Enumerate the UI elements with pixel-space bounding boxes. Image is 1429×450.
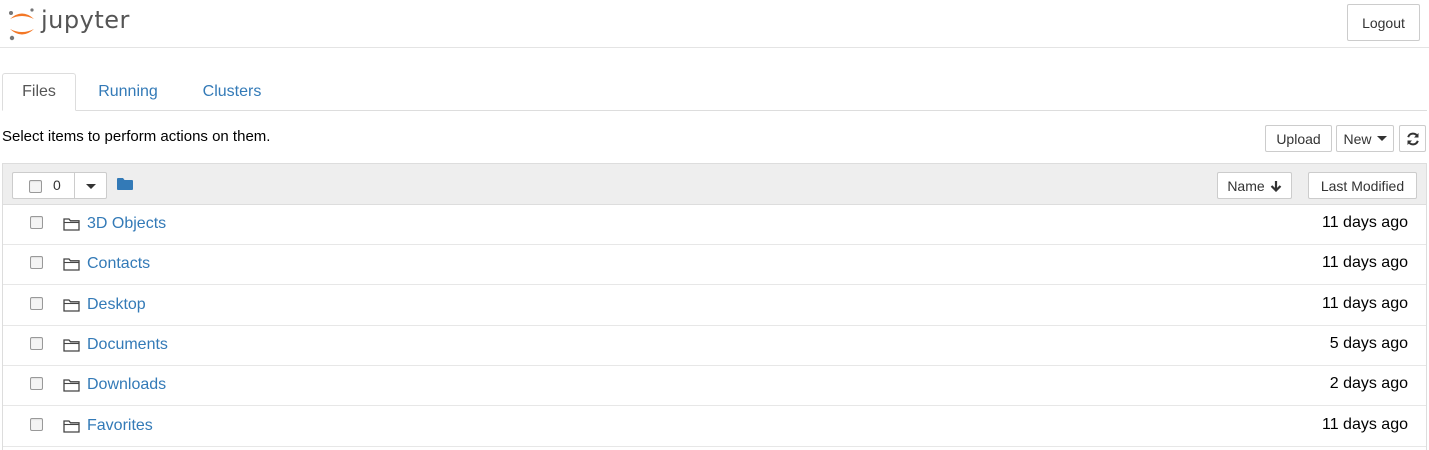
list-header: 0 Name Last Modified bbox=[3, 164, 1426, 205]
item-name-link[interactable]: Contacts bbox=[87, 255, 150, 273]
item-name-link[interactable]: Downloads bbox=[87, 376, 166, 394]
sort-name-label: Name bbox=[1227, 177, 1265, 194]
select-all-checkbox[interactable] bbox=[29, 180, 42, 193]
tab-files[interactable]: Files bbox=[2, 73, 76, 111]
item-modified: 11 days ago bbox=[1322, 415, 1408, 433]
list-item[interactable]: Contacts 11 days ago bbox=[3, 245, 1426, 286]
header: jupyter Logout bbox=[0, 0, 1429, 48]
sort-by-modified-button[interactable]: Last Modified bbox=[1308, 172, 1417, 199]
arrow-down-icon bbox=[1270, 180, 1281, 192]
item-checkbox[interactable] bbox=[30, 256, 43, 270]
list-item[interactable]: Favorites 11 days ago bbox=[3, 407, 1426, 447]
item-modified: 11 days ago bbox=[1322, 214, 1408, 231]
item-modified: 11 days ago bbox=[1322, 294, 1408, 312]
caret-down-icon bbox=[1376, 136, 1387, 141]
new-button-label: New bbox=[1343, 130, 1372, 147]
refresh-button[interactable] bbox=[1399, 125, 1426, 152]
list-item[interactable]: 3D Objects 11 days ago bbox=[3, 205, 1426, 245]
folder-icon bbox=[63, 419, 80, 433]
select-divider bbox=[74, 173, 75, 198]
folder-icon bbox=[63, 218, 80, 231]
item-checkbox[interactable] bbox=[30, 216, 43, 229]
folder-icon bbox=[63, 379, 80, 392]
sort-by-name-button[interactable]: Name bbox=[1217, 172, 1292, 199]
item-name-link[interactable]: Documents bbox=[87, 336, 168, 354]
tab-clusters[interactable]: Clusters bbox=[182, 73, 282, 111]
logout-button[interactable]: Logout bbox=[1347, 4, 1420, 41]
item-modified: 5 days ago bbox=[1329, 334, 1408, 352]
item-name-link[interactable]: Desktop bbox=[87, 296, 146, 314]
file-list: 0 Name Last Modified 3D Objects 11 days a… bbox=[2, 163, 1427, 450]
logo-text: jupyter bbox=[41, 6, 130, 34]
item-name-link[interactable]: Favorites bbox=[87, 417, 153, 435]
selection-message: Select items to perform actions on them. bbox=[2, 128, 271, 145]
item-name-link[interactable]: 3D Objects bbox=[87, 215, 166, 233]
item-checkbox[interactable] bbox=[30, 377, 43, 391]
list-item[interactable]: Desktop 11 days ago bbox=[3, 286, 1426, 326]
list-item[interactable]: Downloads 2 days ago bbox=[3, 366, 1426, 407]
select-all-group[interactable]: 0 bbox=[12, 172, 107, 199]
tab-running[interactable]: Running bbox=[80, 73, 176, 111]
jupyter-logo-icon bbox=[9, 8, 34, 41]
item-checkbox[interactable] bbox=[30, 336, 43, 350]
item-checkbox[interactable] bbox=[30, 417, 43, 431]
upload-button[interactable]: Upload bbox=[1265, 125, 1332, 152]
select-caret-down-icon[interactable] bbox=[86, 184, 96, 189]
folder-icon bbox=[63, 339, 80, 352]
item-modified: 11 days ago bbox=[1322, 254, 1408, 272]
tab-bar: Files Running Clusters bbox=[2, 73, 1427, 111]
folder-icon bbox=[63, 258, 80, 271]
refresh-icon bbox=[1406, 132, 1419, 145]
item-modified: 2 days ago bbox=[1329, 375, 1408, 393]
jupyter-logo[interactable]: jupyter bbox=[7, 4, 147, 42]
current-folder-icon[interactable] bbox=[117, 178, 133, 190]
folder-icon bbox=[63, 298, 80, 312]
selected-count: 0 bbox=[53, 177, 61, 193]
list-item[interactable]: Documents 5 days ago bbox=[3, 326, 1426, 366]
new-dropdown-button[interactable]: New bbox=[1336, 125, 1394, 152]
item-checkbox[interactable] bbox=[30, 296, 43, 310]
